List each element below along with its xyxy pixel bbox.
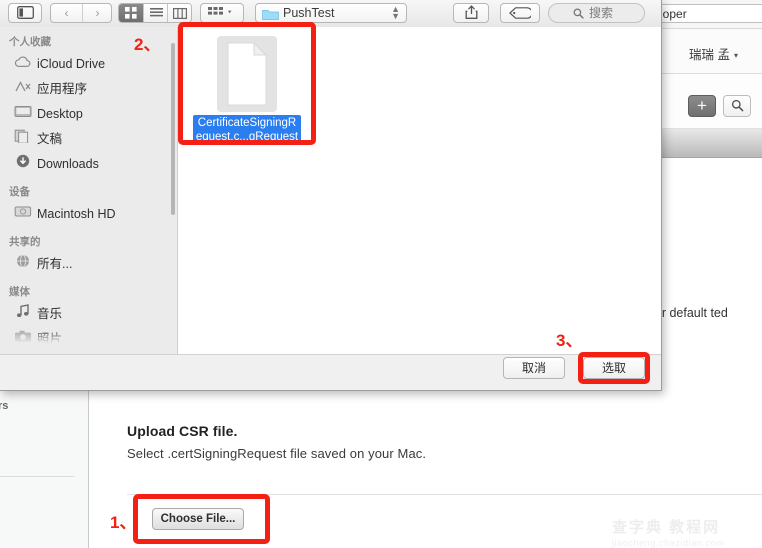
annotation-step-1: 1、 bbox=[110, 513, 137, 532]
sidebar-item-label: 应用程序 bbox=[37, 82, 88, 96]
user-menu[interactable]: 瑞瑞 孟 ▾ bbox=[689, 44, 738, 63]
chevron-down-icon: ▾ bbox=[733, 51, 738, 61]
desktop-icon bbox=[12, 102, 33, 127]
user-menu-label: 瑞瑞 孟 bbox=[689, 48, 730, 62]
list-view-icon bbox=[149, 8, 163, 17]
upload-csr-heading: Upload CSR file. bbox=[127, 423, 238, 439]
finder-file-list[interactable]: CertificateSigningRequest.c...gRequest bbox=[178, 27, 661, 354]
view-icon-button[interactable] bbox=[119, 4, 143, 22]
plus-icon: + bbox=[697, 96, 707, 115]
music-note-icon bbox=[12, 302, 33, 327]
harddisk-icon bbox=[12, 202, 33, 227]
sidebar-item-label: 音乐 bbox=[37, 307, 63, 321]
cloud-icon bbox=[12, 52, 33, 77]
path-popup-button[interactable]: PushTest ▲ ▼ bbox=[255, 3, 407, 23]
watermark-line-1: 查字典 教程网 bbox=[612, 519, 721, 536]
view-column-button[interactable] bbox=[167, 4, 191, 22]
icon-view-icon bbox=[125, 7, 137, 19]
finder-toolbar: ‹ › PushTest ▲ ▼ 搜索 bbox=[0, 0, 661, 28]
annotation-step-2: 2、 bbox=[134, 35, 161, 54]
divider bbox=[127, 494, 762, 495]
sidebar-toggle-button[interactable] bbox=[8, 3, 42, 23]
sidebar-scrollbar[interactable] bbox=[171, 43, 175, 215]
upload-csr-subtext: Select .certSigningRequest file saved on… bbox=[127, 446, 427, 461]
search-icon bbox=[573, 8, 584, 19]
address-bar[interactable]: loper bbox=[655, 4, 762, 23]
portal-left-panel-label: rs bbox=[0, 400, 9, 412]
forward-button[interactable]: › bbox=[82, 4, 113, 22]
choose-button[interactable]: 选取 bbox=[583, 357, 645, 379]
path-folder-name: PushTest bbox=[283, 6, 335, 20]
arrange-by-button[interactable] bbox=[200, 3, 244, 23]
applications-icon bbox=[12, 77, 33, 102]
sidebar-item-documents[interactable]: 文稿 bbox=[0, 127, 177, 152]
finder-search-field[interactable]: 搜索 bbox=[548, 3, 645, 23]
view-list-button[interactable] bbox=[143, 4, 168, 22]
sidebar-item-all-shared[interactable]: 所有... bbox=[0, 252, 177, 277]
divider bbox=[0, 476, 74, 477]
arrange-by-icon bbox=[208, 7, 232, 15]
file-item[interactable]: CertificateSigningRequest.c...gRequest bbox=[192, 35, 302, 145]
sidebar-item-downloads[interactable]: Downloads bbox=[0, 152, 177, 177]
sidebar-group-shared-title: 共享的 bbox=[9, 236, 41, 248]
add-button[interactable]: + bbox=[688, 95, 716, 117]
blank-document-icon bbox=[216, 35, 278, 113]
sidebar-group-media-title: 媒体 bbox=[9, 286, 30, 298]
sidebar-item-music[interactable]: 音乐 bbox=[0, 302, 177, 327]
navigation-buttons[interactable]: ‹ › bbox=[50, 3, 112, 23]
column-view-icon bbox=[173, 8, 188, 20]
choose-file-button[interactable]: Choose File... bbox=[152, 508, 244, 530]
finder-sidebar: 个人收藏 iCloud Drive 应用程序 Desktop 文稿 Downlo… bbox=[0, 27, 178, 354]
sidebar-toggle-icon bbox=[16, 6, 34, 19]
downloads-icon bbox=[12, 152, 33, 177]
sidebar-group-devices-title: 设备 bbox=[9, 186, 30, 198]
sidebar-item-label: iCloud Drive bbox=[37, 57, 106, 71]
stepper-icon: ▲ ▼ bbox=[391, 4, 400, 21]
share-icon bbox=[465, 5, 477, 19]
share-button[interactable] bbox=[453, 3, 489, 23]
documents-icon bbox=[12, 127, 33, 152]
sidebar-item-label: Downloads bbox=[37, 157, 99, 171]
tag-icon bbox=[509, 7, 533, 19]
search-icon bbox=[731, 99, 743, 112]
sidebar-item-desktop[interactable]: Desktop bbox=[0, 102, 177, 127]
sidebar-fade-overlay bbox=[0, 328, 177, 354]
cancel-button[interactable]: 取消 bbox=[503, 357, 565, 379]
portal-search-button[interactable] bbox=[723, 95, 751, 117]
back-button[interactable]: ‹ bbox=[51, 4, 83, 22]
view-mode-group[interactable] bbox=[118, 3, 192, 23]
folder-icon bbox=[262, 10, 279, 20]
sidebar-item-icloud-drive[interactable]: iCloud Drive bbox=[0, 52, 177, 77]
watermark-line-2: jiaocheng.chazidian.com bbox=[612, 538, 725, 548]
watermark: 查字典 教程网 jiaocheng.chazidian.com bbox=[612, 516, 757, 548]
file-item-label: CertificateSigningRequest.c...gRequest bbox=[193, 115, 301, 145]
finder-search-placeholder: 搜索 bbox=[589, 6, 614, 20]
sidebar-item-label: Macintosh HD bbox=[37, 207, 116, 221]
sidebar-item-macintosh-hd[interactable]: Macintosh HD bbox=[0, 202, 177, 227]
portal-left-panel: rs bbox=[0, 390, 89, 548]
sidebar-item-label: 所有... bbox=[37, 257, 73, 271]
annotation-step-3: 3、 bbox=[556, 331, 583, 350]
network-icon bbox=[12, 252, 33, 277]
sidebar-item-applications[interactable]: 应用程序 bbox=[0, 77, 177, 102]
sidebar-item-label: 文稿 bbox=[37, 132, 63, 146]
finder-body: 个人收藏 iCloud Drive 应用程序 Desktop 文稿 Downlo… bbox=[0, 27, 661, 354]
tag-button[interactable] bbox=[500, 3, 540, 23]
sidebar-item-label: Desktop bbox=[37, 107, 83, 121]
